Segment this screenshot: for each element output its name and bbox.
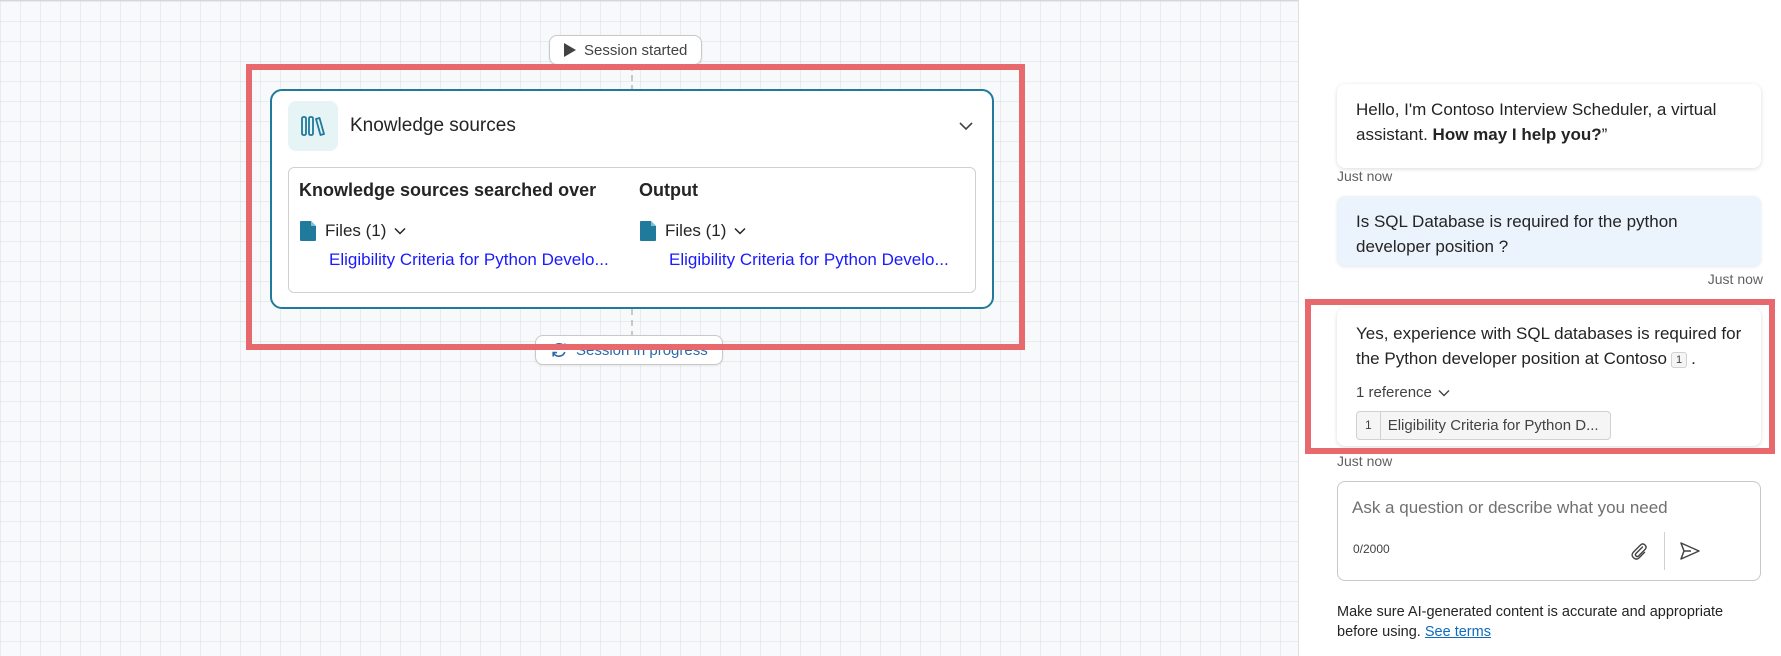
user-message: Is SQL Database is required for the pyth… — [1337, 196, 1761, 266]
play-icon — [564, 43, 576, 57]
attach-button[interactable] — [1626, 538, 1652, 564]
message-timestamp: Just now — [1707, 271, 1763, 287]
send-icon — [1680, 542, 1700, 560]
chat-input[interactable] — [1352, 498, 1742, 518]
session-started-node[interactable]: Session started — [549, 35, 703, 65]
bot-message: Hello, I'm Contoso Interview Scheduler, … — [1337, 84, 1761, 168]
highlight-box-knowledge — [246, 64, 1025, 350]
ai-disclaimer: Make sure AI-generated content is accura… — [1337, 602, 1761, 642]
input-divider — [1664, 532, 1665, 570]
see-terms-link[interactable]: See terms — [1425, 624, 1491, 640]
user-message-text: Is SQL Database is required for the pyth… — [1356, 212, 1678, 256]
message-timestamp: Just now — [1337, 453, 1393, 469]
session-started-label: Session started — [584, 41, 688, 59]
authoring-canvas: Session started Knowledge sources Knowle… — [0, 0, 1299, 656]
message-timestamp: Just now — [1337, 168, 1393, 184]
disclaimer-text: Make sure AI-generated content is accura… — [1337, 604, 1724, 640]
send-button[interactable] — [1675, 537, 1705, 565]
bot-message-tail: ” — [1601, 125, 1608, 144]
bot-message-bold: How may I help you? — [1432, 125, 1602, 144]
character-count: 0/2000 — [1353, 542, 1390, 556]
highlight-box-answer — [1305, 299, 1775, 454]
chat-input-box: 0/2000 — [1337, 481, 1761, 581]
paperclip-icon — [1631, 543, 1647, 560]
